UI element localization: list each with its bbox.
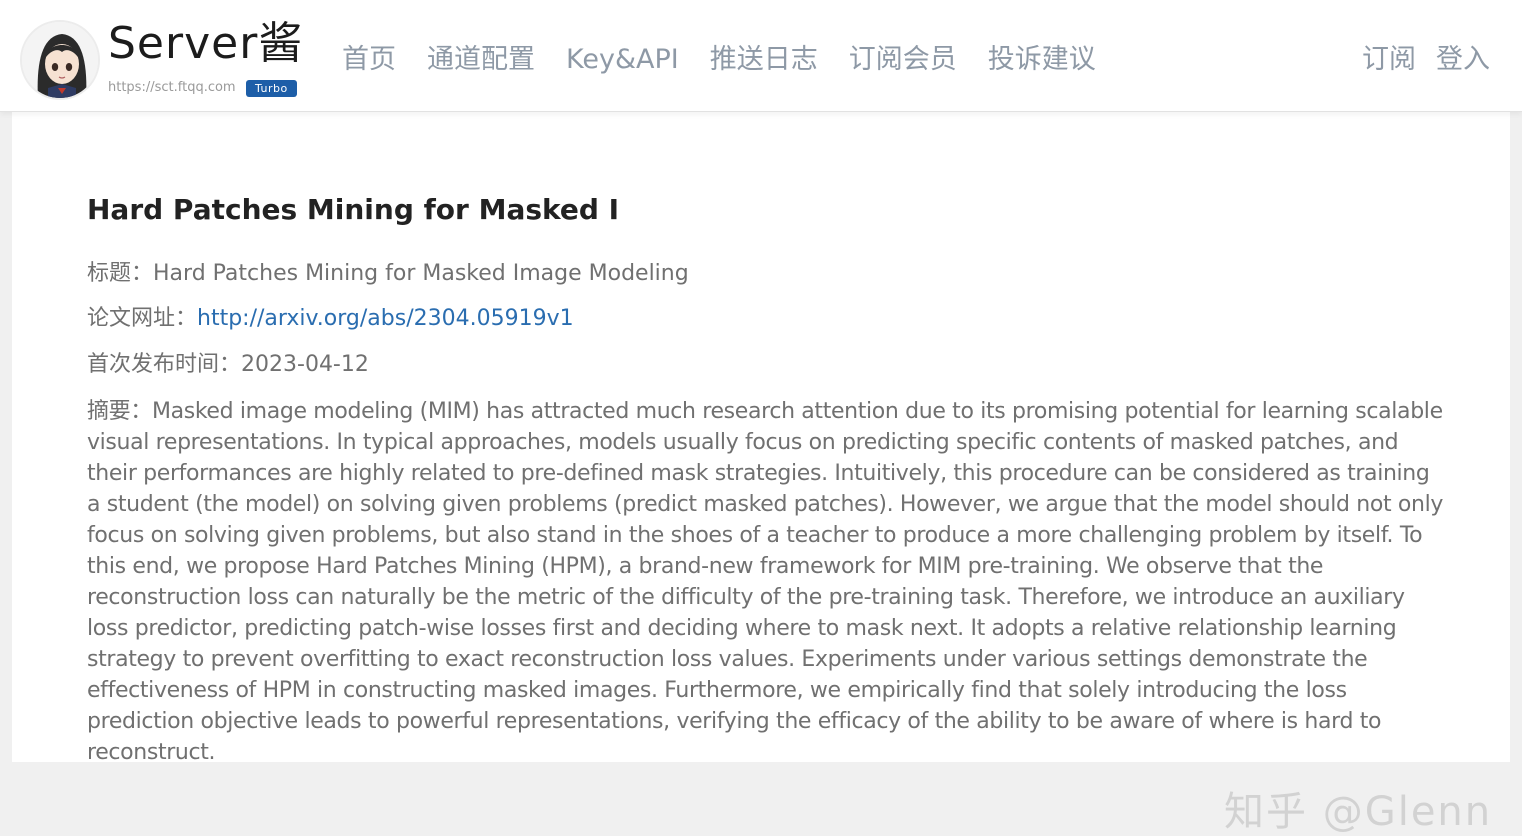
paper-url-link[interactable]: http://arxiv.org/abs/2304.05919v1 (197, 306, 574, 331)
nav-item-key-api[interactable]: Key&API (566, 40, 679, 80)
turbo-badge: Turbo (246, 80, 297, 97)
paper-url-row: 论文网址：http://arxiv.org/abs/2304.05919v1 (87, 303, 574, 335)
main-nav: 首页 通道配置 Key&API 推送日志 订阅会员 投诉建议 (342, 40, 1096, 80)
nav-item-push-log[interactable]: 推送日志 (710, 40, 818, 80)
site-header: Server酱 https://sct.ftqq.com Turbo 首页 通道… (0, 0, 1522, 112)
paper-title-row: 标题：Hard Patches Mining for Masked Image … (87, 258, 689, 290)
nav-item-feedback[interactable]: 投诉建议 (988, 40, 1096, 80)
post-title: Hard Patches Mining for Masked I (87, 193, 620, 226)
login-link[interactable]: 登入 (1436, 40, 1490, 80)
paper-title-label: 标题： (87, 261, 154, 286)
publish-date-value: 2023-04-12 (241, 352, 369, 377)
abstract-label: 摘要： (87, 399, 152, 424)
watermark: 知乎 @Glenn (1224, 789, 1493, 835)
brand-url: https://sct.ftqq.com (108, 80, 236, 95)
brand-name[interactable]: Server酱 (108, 16, 303, 72)
account-nav: 订阅 登入 (1362, 40, 1490, 80)
paper-title-value: Hard Patches Mining for Masked Image Mod… (153, 261, 689, 286)
post-card: Hard Patches Mining for Masked I 标题：Hard… (12, 112, 1510, 835)
abstract-text: Masked image modeling (MIM) has attracte… (87, 399, 1443, 765)
anime-girl-avatar-icon (22, 22, 98, 98)
publish-date-label: 首次发布时间： (87, 352, 242, 377)
nav-item-home[interactable]: 首页 (342, 40, 396, 80)
avatar[interactable] (20, 20, 100, 100)
nav-item-channel-config[interactable]: 通道配置 (427, 40, 535, 80)
abstract: 摘要：Masked image modeling (MIM) has attra… (87, 396, 1447, 768)
publish-date-row: 首次发布时间：2023-04-12 (87, 349, 369, 381)
nav-item-membership[interactable]: 订阅会员 (849, 40, 957, 80)
paper-url-label: 论文网址： (87, 306, 198, 331)
subscribe-link[interactable]: 订阅 (1362, 40, 1416, 80)
